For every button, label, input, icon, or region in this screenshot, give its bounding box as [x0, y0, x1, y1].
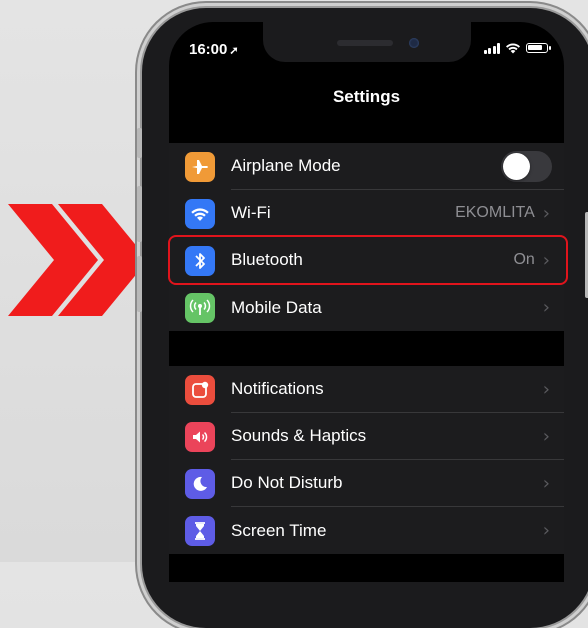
settings-row-do-not-disturb[interactable]: Do Not Disturb › [169, 460, 564, 507]
speaker-icon [185, 421, 215, 452]
red-double-chevron-arrow-icon [8, 204, 148, 316]
settings-row-mobile-data[interactable]: Mobile Data › [169, 284, 564, 331]
notifications-icon [185, 374, 215, 405]
bluetooth-highlight-box [168, 235, 568, 285]
settings-row-label: Airplane Mode [231, 156, 341, 175]
settings-row-sounds-haptics[interactable]: Sounds & Haptics › [169, 413, 564, 460]
notch [263, 22, 471, 62]
settings-row-label: Do Not Disturb [231, 473, 343, 492]
silent-switch [137, 128, 142, 158]
wifi-icon [185, 198, 215, 229]
settings-row-notifications[interactable]: Notifications › [169, 366, 564, 413]
airplane-icon [185, 151, 215, 182]
settings-row-airplane-mode[interactable]: Airplane Mode [169, 143, 564, 190]
moon-icon [185, 468, 215, 499]
antenna-icon [185, 292, 215, 323]
chevron-right-icon: › [542, 520, 550, 541]
settings-row-label: Mobile Data [231, 297, 322, 317]
phone-screen: 16:00 ➚ Settings Airplane Mode Wi-Fi EKO… [169, 22, 564, 582]
airplane-mode-toggle[interactable] [501, 150, 552, 182]
settings-row-label: Screen Time [231, 520, 327, 540]
wifi-network-value: EKOMLITA [455, 204, 535, 221]
settings-row-label: Notifications [231, 379, 324, 398]
volume-down-button [137, 256, 142, 312]
cellular-signal-icon [483, 42, 500, 54]
chevron-right-icon: › [542, 297, 550, 318]
page-title: Settings [332, 87, 401, 106]
volume-up-button [137, 186, 142, 242]
wifi-status-icon [506, 43, 520, 54]
settings-row-screen-time[interactable]: Screen Time › [169, 507, 564, 554]
earpiece-speaker [337, 40, 393, 46]
status-icons [483, 42, 551, 54]
battery-icon [526, 43, 551, 53]
front-camera [409, 38, 419, 48]
settings-row-wifi[interactable]: Wi-Fi EKOMLITA › [169, 190, 564, 237]
chevron-right-icon: › [542, 202, 550, 224]
chevron-right-icon: › [542, 425, 550, 447]
settings-group-notifications: Notifications › Sounds & Haptics › Do No… [169, 366, 564, 554]
settings-row-label: Wi-Fi [231, 203, 271, 222]
chevron-right-icon: › [542, 472, 550, 494]
hourglass-icon [185, 515, 215, 546]
location-arrow-icon: ➚ [229, 45, 239, 57]
chevron-right-icon: › [542, 378, 550, 400]
status-time: 16:00 ➚ [189, 41, 239, 58]
settings-row-label: Sounds & Haptics [231, 426, 367, 445]
